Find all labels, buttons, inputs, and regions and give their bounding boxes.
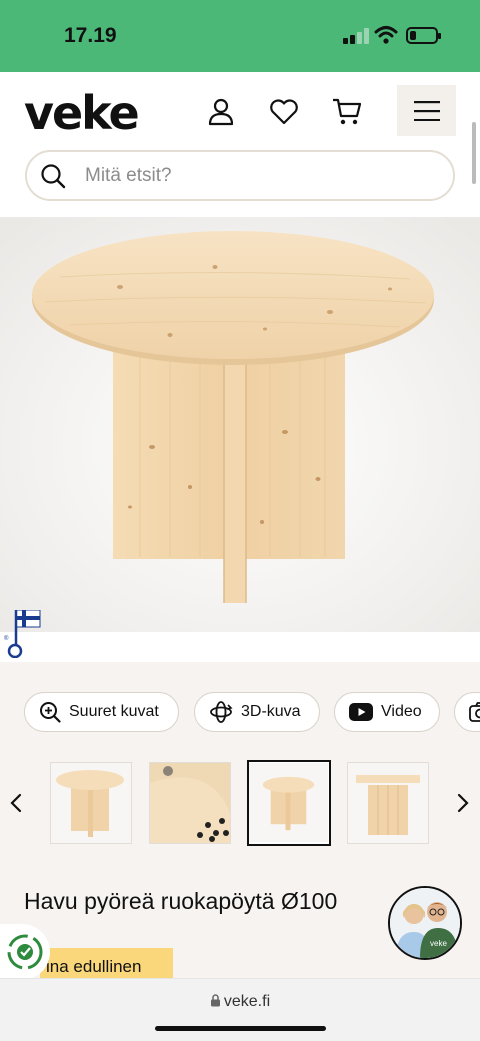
wishlist-heart-icon[interactable] [264, 92, 304, 132]
veke-logo[interactable]: veke [24, 86, 140, 140]
3d-view-button[interactable]: 3D-kuva [194, 692, 320, 732]
menu-button[interactable] [397, 85, 456, 136]
media-buttons-row: Suuret kuvat 3D-kuva Video [0, 692, 480, 732]
product-photo[interactable] [0, 217, 480, 632]
recycle-icon [7, 934, 43, 970]
status-time: 17.19 [64, 24, 117, 47]
status-bar: 17.19 [0, 0, 480, 72]
search-icon [41, 164, 66, 189]
video-button[interactable]: Video [334, 692, 440, 732]
chevron-left-icon [10, 793, 22, 813]
thumbnail-4[interactable] [347, 762, 429, 844]
browser-url-bar[interactable]: veke.fi [0, 978, 480, 1041]
more-media-button[interactable] [454, 692, 480, 732]
battery-icon [406, 27, 441, 44]
site-header: veke [0, 72, 480, 217]
thumbnail-carousel [0, 760, 480, 846]
url-text: veke.fi [223, 993, 271, 1010]
avatar-shirt-text: veke [430, 939, 447, 948]
chat-avatar-button[interactable]: veke [388, 886, 462, 960]
finnish-key-flag-icon: ® [4, 610, 41, 658]
product-image-area[interactable]: ® [0, 217, 480, 662]
3d-view-label: 3D-kuva [241, 703, 301, 720]
chevron-right-icon [457, 793, 469, 813]
account-icon[interactable] [201, 92, 241, 132]
camera-icon [469, 702, 480, 722]
thumbnail-1[interactable] [50, 762, 132, 844]
signal-icon [343, 28, 369, 44]
large-images-button[interactable]: Suuret kuvat [24, 692, 179, 732]
svg-text:®: ® [4, 635, 9, 642]
thumbnail-3-active[interactable] [247, 760, 331, 846]
large-images-label: Suuret kuvat [69, 703, 159, 720]
home-indicator[interactable] [155, 1026, 326, 1031]
video-label: Video [381, 703, 422, 720]
search-bar[interactable] [25, 150, 455, 201]
zoom-in-icon [40, 702, 61, 723]
price-badge: ina edullinen [40, 948, 173, 978]
rotate-3d-icon [210, 701, 233, 723]
thumbnail-2[interactable] [149, 762, 231, 844]
search-input[interactable] [85, 162, 435, 190]
url-display[interactable]: veke.fi [0, 993, 480, 1011]
cart-icon[interactable] [327, 92, 367, 132]
scrollbar[interactable] [472, 122, 476, 184]
hamburger-icon [413, 100, 440, 121]
product-title: Havu pyöreä ruokapöytä Ø100 [24, 888, 338, 914]
lock-icon [210, 994, 220, 1007]
carousel-prev-button[interactable] [4, 788, 28, 818]
youtube-icon [349, 703, 373, 721]
carousel-next-button[interactable] [451, 788, 475, 818]
wifi-icon [374, 26, 398, 44]
